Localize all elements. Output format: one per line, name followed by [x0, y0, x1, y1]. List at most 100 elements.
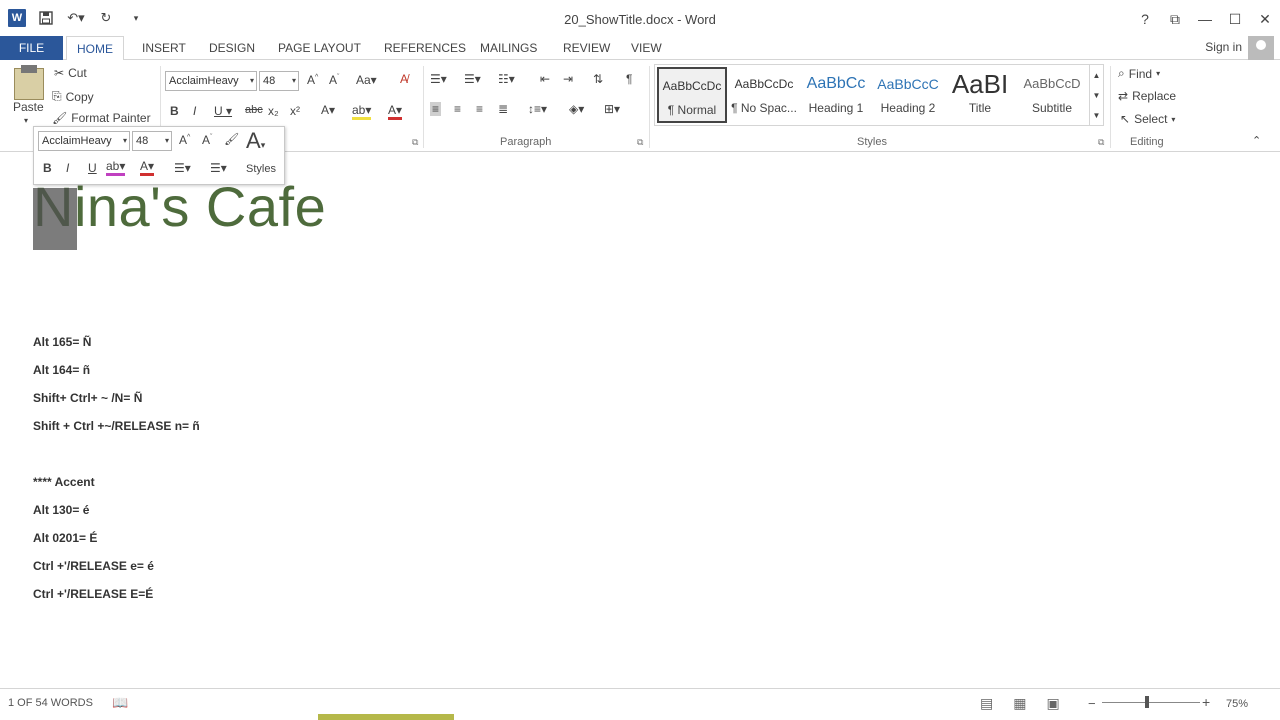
mini-font-color-icon[interactable]: A▾ — [140, 159, 155, 176]
text-effects-icon[interactable]: A▾ — [321, 103, 335, 117]
mini-bold-icon[interactable]: B — [43, 161, 52, 175]
tab-mailings[interactable]: MAILINGS — [470, 36, 547, 60]
tab-references[interactable]: REFERENCES — [374, 36, 476, 60]
scroll-down-icon[interactable]: ▼ — [1093, 91, 1101, 100]
style-subtitle[interactable]: AaBbCcD Subtitle — [1017, 67, 1087, 123]
paste-dropdown-icon[interactable]: ▾ — [24, 116, 28, 125]
copy-button[interactable]: ⎘ Copy — [52, 89, 94, 104]
print-layout-icon[interactable]: ▦ — [1013, 695, 1026, 712]
document-line[interactable]: Alt 130= é — [33, 503, 89, 517]
sign-in-link[interactable]: Sign in — [1205, 40, 1242, 54]
document-line[interactable]: **** Accent — [33, 475, 95, 489]
word-count[interactable]: 1 OF 54 WORDS — [8, 697, 93, 709]
bold-icon[interactable]: B — [170, 104, 179, 118]
style-heading-1[interactable]: AaBbCc Heading 1 — [801, 67, 871, 123]
style-no-spacing[interactable]: AaBbCcDc ¶ No Spac... — [729, 67, 799, 123]
zoom-level[interactable]: 75% — [1226, 698, 1248, 710]
decrease-indent-icon[interactable]: ⇤ — [540, 72, 550, 86]
tab-review[interactable]: REVIEW — [553, 36, 620, 60]
mini-format-painter-icon[interactable]: 🖌 — [224, 132, 239, 146]
scroll-up-icon[interactable]: ▲ — [1093, 71, 1101, 80]
select-button[interactable]: ↖ Select ▾ — [1120, 112, 1175, 126]
styles-dialog-launcher-icon[interactable]: ⧉ — [1098, 137, 1104, 148]
mini-styles-label[interactable]: Styles — [246, 163, 276, 175]
align-right-icon[interactable]: ≡ — [476, 102, 483, 116]
avatar[interactable] — [1248, 36, 1274, 60]
zoom-out-icon[interactable]: − — [1088, 696, 1096, 711]
maximize-button[interactable]: ☐ — [1220, 6, 1250, 32]
tab-page-layout[interactable]: PAGE LAYOUT — [268, 36, 371, 60]
mini-bullets-icon[interactable]: ☰▾ — [174, 161, 191, 175]
help-icon[interactable]: ? — [1130, 6, 1160, 32]
mini-styles-icon[interactable]: A▾ — [246, 128, 265, 154]
tab-design[interactable]: DESIGN — [199, 36, 265, 60]
mini-font-size-combo[interactable]: 48 ▾ — [132, 131, 172, 151]
strikethrough-icon[interactable]: abc — [245, 104, 263, 116]
proofing-icon[interactable]: 📖 — [112, 695, 128, 711]
italic-icon[interactable]: I — [193, 104, 196, 118]
shrink-font-icon[interactable]: Aˇ — [329, 73, 339, 87]
sort-icon[interactable]: ⇅ — [593, 72, 603, 86]
ribbon-display-options-icon[interactable]: ⧉ — [1160, 6, 1190, 32]
superscript-icon[interactable]: x² — [290, 104, 300, 118]
minimize-button[interactable]: — — [1190, 6, 1220, 32]
find-button[interactable]: ⌕ Find ▾ — [1118, 66, 1160, 81]
document-line[interactable]: Alt 165= Ñ — [33, 335, 91, 349]
paste-button[interactable]: Paste — [13, 100, 44, 114]
font-name-combo[interactable]: AcclaimHeavy ▾ — [165, 71, 257, 91]
align-center-icon[interactable]: ≡ — [454, 102, 461, 116]
paragraph-dialog-launcher-icon[interactable]: ⧉ — [637, 137, 643, 148]
tab-insert[interactable]: INSERT — [132, 36, 196, 60]
multilevel-list-icon[interactable]: ☷▾ — [498, 72, 515, 86]
font-size-combo[interactable]: 48 ▾ — [259, 71, 299, 91]
tab-home[interactable]: HOME — [66, 36, 124, 61]
mini-font-name-combo[interactable]: AcclaimHeavy ▾ — [38, 131, 130, 151]
line-spacing-icon[interactable]: ↕≡▾ — [528, 102, 547, 116]
grow-font-icon[interactable]: A^ — [307, 73, 318, 87]
web-layout-icon[interactable]: ▣ — [1046, 695, 1059, 712]
zoom-slider[interactable] — [1102, 702, 1200, 703]
more-styles-icon[interactable]: ▼ — [1093, 111, 1101, 120]
styles-gallery-scroll[interactable]: ▲ ▼ ▼ — [1089, 65, 1103, 125]
document-line[interactable]: Alt 164= ñ — [33, 363, 90, 377]
replace-button[interactable]: ⇄ Replace — [1118, 89, 1176, 103]
subscript-icon[interactable]: x₂ — [268, 104, 279, 118]
style-normal[interactable]: AaBbCcDc ¶ Normal — [657, 67, 727, 123]
collapse-ribbon-icon[interactable]: ⌃ — [1252, 134, 1261, 147]
increase-indent-icon[interactable]: ⇥ — [563, 72, 573, 86]
paste-icon[interactable] — [14, 65, 44, 100]
format-painter-button[interactable]: 🖌 Format Painter — [52, 111, 151, 125]
clear-formatting-icon[interactable]: A̸ — [400, 72, 408, 86]
highlight-icon[interactable]: ab▾ — [352, 103, 372, 120]
mini-shrink-font-icon[interactable]: Aˇ — [202, 133, 212, 147]
underline-icon[interactable]: U ▾ — [214, 104, 232, 118]
document-line[interactable]: Shift+ Ctrl+ ~ /N= Ñ — [33, 391, 142, 405]
align-left-icon[interactable]: ≡ — [430, 102, 442, 116]
style-heading-2[interactable]: AaBbCcC Heading 2 — [873, 67, 943, 123]
change-case-icon[interactable]: Aa▾ — [356, 73, 377, 87]
style-title[interactable]: AaBI Title — [945, 67, 1015, 123]
font-dialog-launcher-icon[interactable]: ⧉ — [412, 137, 418, 148]
mini-grow-font-icon[interactable]: A^ — [179, 133, 190, 147]
font-color-icon[interactable]: A▾ — [388, 103, 403, 120]
bullets-icon[interactable]: ☰▾ — [430, 72, 447, 86]
cut-button[interactable]: ✂ Cut — [54, 66, 87, 80]
document-line[interactable]: Shift + Ctrl +~/RELEASE n= ñ — [33, 419, 200, 433]
document-line[interactable]: Ctrl +'/RELEASE E=É — [33, 587, 153, 601]
justify-icon[interactable]: ≣ — [498, 102, 508, 116]
document-line[interactable]: Alt 0201= É — [33, 531, 97, 545]
document-page[interactable]: Nina's Cafe Alt 165= Ñ Alt 164= ñ Shift+… — [0, 152, 1280, 688]
shading-icon[interactable]: ◈▾ — [569, 102, 584, 116]
tab-file[interactable]: FILE — [0, 36, 63, 60]
mini-italic-icon[interactable]: I — [66, 161, 69, 175]
document-line[interactable]: Ctrl +'/RELEASE e= é — [33, 559, 154, 573]
zoom-slider-thumb[interactable] — [1145, 696, 1149, 708]
show-formatting-icon[interactable]: ¶ — [626, 72, 632, 86]
mini-numbering-icon[interactable]: ☰▾ — [210, 161, 227, 175]
close-button[interactable]: ✕ — [1250, 6, 1280, 32]
borders-icon[interactable]: ⊞▾ — [604, 102, 620, 116]
mini-underline-icon[interactable]: U — [88, 161, 97, 175]
mini-highlight-icon[interactable]: ab▾ — [106, 159, 126, 176]
zoom-in-icon[interactable]: + — [1202, 694, 1210, 710]
numbering-icon[interactable]: ☰▾ — [464, 72, 481, 86]
